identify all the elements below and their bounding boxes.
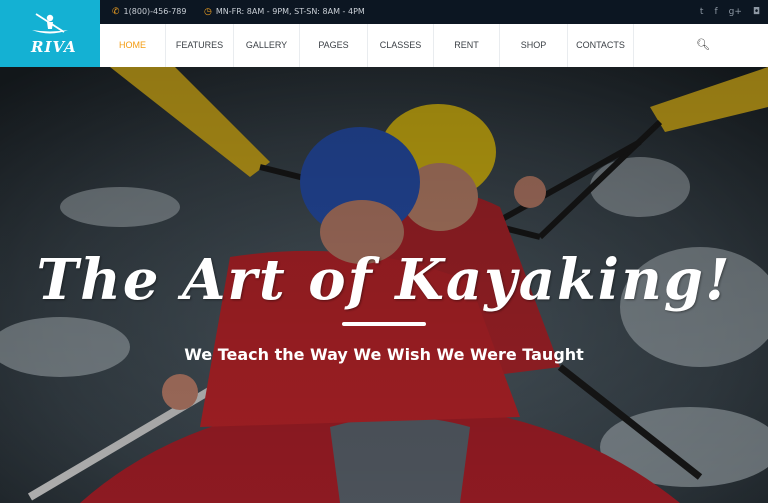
nav-home[interactable]: HOME <box>100 24 166 67</box>
logo[interactable]: RIVA <box>0 0 100 67</box>
opening-hours: ◷ MN-FR: 8AM - 9PM, ST-SN: 8AM - 4PM <box>204 0 365 24</box>
hero-divider <box>342 322 426 326</box>
search-icon[interactable]: 🔍︎ <box>696 24 710 67</box>
phone-number: 1(800)-456-789 <box>123 7 187 16</box>
google-plus-icon[interactable]: g+ <box>729 7 742 17</box>
main-nav: HOME FEATURES GALLERY PAGES CLASSES RENT… <box>100 24 768 67</box>
phone-info[interactable]: ✆ 1(800)-456-789 <box>112 0 186 24</box>
hero-subtitle: We Teach the Way We Wish We Were Taught <box>184 345 584 364</box>
brand-name: RIVA <box>31 38 77 56</box>
twitter-icon[interactable]: t <box>700 7 704 17</box>
nav-features[interactable]: FEATURES <box>166 24 234 67</box>
info-bar: ✆ 1(800)-456-789 ◷ MN-FR: 8AM - 9PM, ST-SN… <box>100 0 768 24</box>
hero-banner: The Art of Kayaking! We Teach the Way We… <box>0 67 768 503</box>
site-header: RIVA ✆ 1(800)-456-789 ◷ MN-FR: 8AM - 9PM, … <box>0 0 768 67</box>
nav-classes[interactable]: CLASSES <box>368 24 434 67</box>
hours-text: MN-FR: 8AM - 9PM, ST-SN: 8AM - 4PM <box>215 7 365 16</box>
phone-icon: ✆ <box>112 7 120 17</box>
clock-icon: ◷ <box>204 7 212 17</box>
kayaker-logo-icon <box>32 13 68 34</box>
instagram-icon[interactable]: ◘ <box>753 7 760 17</box>
nav-contacts[interactable]: CONTACTS <box>568 24 634 67</box>
hero-title: The Art of Kayaking! <box>36 247 732 313</box>
nav-gallery[interactable]: GALLERY <box>234 24 300 67</box>
nav-shop[interactable]: SHOP <box>500 24 568 67</box>
nav-pages[interactable]: PAGES <box>300 24 368 67</box>
facebook-icon[interactable]: f <box>714 7 717 17</box>
nav-rent[interactable]: RENT <box>434 24 500 67</box>
social-links: t f g+ ◘ <box>700 0 760 24</box>
